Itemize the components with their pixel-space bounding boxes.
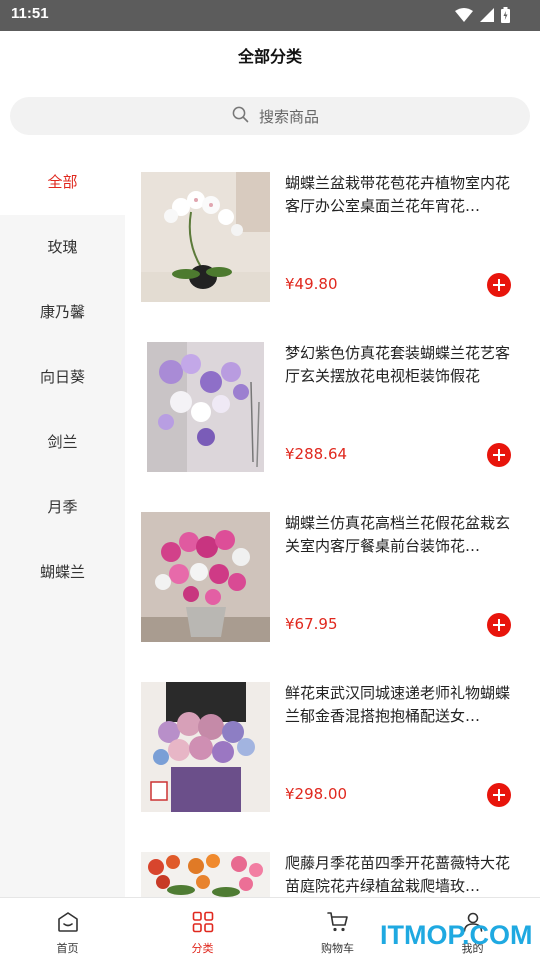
page-title: 全部分类: [237, 47, 302, 66]
product-item[interactable]: 蝴蝶兰盆栽带花苞花卉植物室内花客厅办公室桌面兰花年宵花… ¥49.80: [141, 172, 526, 302]
product-item[interactable]: 蝴蝶兰仿真花高档兰花假花盆栽玄关室内客厅餐桌前台装饰花… ¥67.95: [141, 512, 526, 642]
product-title: 梦幻紫色仿真花套装蝴蝶兰花艺客厅玄关摆放花电视柜装饰假花: [285, 344, 511, 385]
tab-label: 首页: [56, 942, 79, 955]
product-image[interactable]: [141, 512, 270, 642]
cart-icon: [326, 910, 350, 934]
sidebar-item-orchid[interactable]: 蝴蝶兰: [0, 540, 125, 605]
tab-label: 分类: [191, 942, 214, 955]
product-price: ¥67.95: [285, 615, 338, 633]
product-item[interactable]: 爬藤月季花苗四季开花蔷薇特大花苗庭院花卉绿植盆栽爬墙玫…: [141, 852, 526, 897]
search-icon: [232, 106, 249, 127]
tab-home[interactable]: 首页: [0, 898, 135, 960]
sidebar-item-gladiolus[interactable]: 剑兰: [0, 410, 125, 475]
product-image[interactable]: [141, 852, 270, 897]
watermark-logo: ITMOP.COM: [380, 920, 533, 950]
wifi-icon: [455, 8, 473, 22]
product-image[interactable]: [141, 172, 270, 302]
home-icon: [56, 910, 80, 934]
product-title: 蝴蝶兰仿真花高档兰花假花盆栽玄关室内客厅餐桌前台装饰花…: [285, 514, 511, 555]
cellular-icon: [480, 8, 494, 22]
category-grid-icon: [191, 910, 215, 934]
product-price: ¥288.64: [285, 445, 348, 463]
product-price: ¥298.00: [285, 785, 348, 803]
battery-icon: [501, 7, 510, 23]
product-price: ¥49.80: [285, 275, 338, 293]
category-sidebar: 全部 玫瑰 康乃馨 向日葵 剑兰 月季 蝴蝶兰: [0, 150, 125, 897]
search-placeholder: 搜索商品: [259, 108, 320, 126]
status-time: 11:51: [11, 5, 49, 22]
product-title: 鲜花束武汉同城速递老师礼物蝴蝶兰郁金香混搭抱抱桶配送女…: [285, 684, 511, 725]
sidebar-item-rose[interactable]: 玫瑰: [0, 215, 125, 280]
product-image[interactable]: [141, 342, 270, 472]
sidebar-item-chinese-rose[interactable]: 月季: [0, 475, 125, 540]
product-item[interactable]: 鲜花束武汉同城速递老师礼物蝴蝶兰郁金香混搭抱抱桶配送女… ¥298.00: [141, 682, 526, 812]
add-to-cart-button[interactable]: [487, 443, 511, 467]
product-item[interactable]: 梦幻紫色仿真花套装蝴蝶兰花艺客厅玄关摆放花电视柜装饰假花 ¥288.64: [141, 342, 526, 472]
sidebar-item-all[interactable]: 全部: [0, 150, 125, 215]
add-to-cart-button[interactable]: [487, 783, 511, 807]
add-to-cart-button[interactable]: [487, 613, 511, 637]
status-bar: 11:51: [0, 0, 540, 31]
sidebar-item-carnation[interactable]: 康乃馨: [0, 280, 125, 345]
product-title: 爬藤月季花苗四季开花蔷薇特大花苗庭院花卉绿植盆栽爬墙玫…: [285, 854, 511, 895]
product-title: 蝴蝶兰盆栽带花苞花卉植物室内花客厅办公室桌面兰花年宵花…: [285, 174, 511, 215]
status-icons: [455, 7, 510, 23]
tab-category[interactable]: 分类: [135, 898, 270, 960]
sidebar-item-sunflower[interactable]: 向日葵: [0, 345, 125, 410]
search-input[interactable]: 搜索商品: [10, 97, 530, 135]
add-to-cart-button[interactable]: [487, 273, 511, 297]
product-image[interactable]: [141, 682, 270, 812]
